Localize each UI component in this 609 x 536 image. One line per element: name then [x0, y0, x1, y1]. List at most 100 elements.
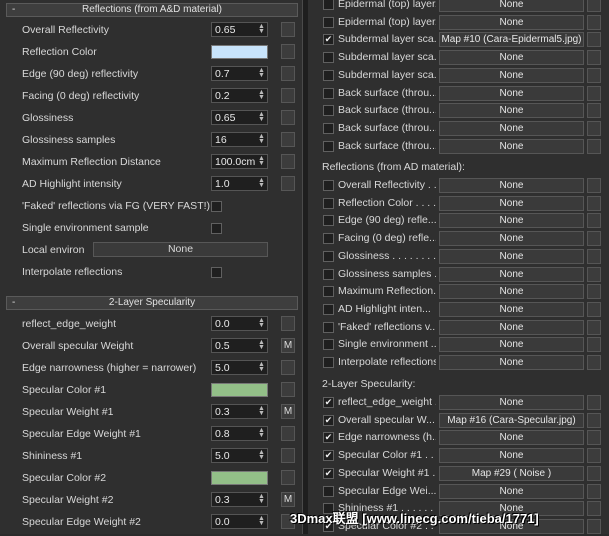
value-spinner[interactable]: 0.5 ▲ ▼: [211, 338, 268, 353]
value-spinner[interactable]: 0.8 ▲ ▼: [211, 426, 268, 441]
value-spinner[interactable]: 16 ▲ ▼: [211, 132, 268, 147]
value-spinner[interactable]: 1.0 ▲ ▼: [211, 176, 268, 191]
specularity-rollout-header[interactable]: - 2-Layer Specularity: [6, 296, 298, 310]
map-button[interactable]: None: [439, 14, 584, 30]
map-button[interactable]: None: [439, 355, 584, 370]
map-lock-button[interactable]: [587, 483, 601, 499]
spinner-arrows-icon[interactable]: ▲ ▼: [257, 317, 266, 329]
spinner-value[interactable]: 0.2: [215, 90, 230, 102]
map-button[interactable]: None: [439, 301, 584, 317]
value-spinner[interactable]: 0.65 ▲ ▼: [211, 110, 268, 125]
map-slot-button[interactable]: [281, 448, 295, 463]
map-enable-checkbox[interactable]: [323, 105, 334, 117]
map-enable-checkbox[interactable]: [323, 52, 334, 64]
spinner-value[interactable]: 1.0: [215, 178, 230, 190]
map-enable-checkbox[interactable]: [323, 286, 334, 298]
map-lock-button[interactable]: [587, 501, 601, 517]
map-button[interactable]: Map #16 (Cara-Specular.jpg): [439, 412, 584, 428]
spinner-arrows-icon[interactable]: ▲ ▼: [257, 449, 266, 461]
map-button[interactable]: None: [439, 213, 584, 229]
map-button[interactable]: None: [93, 242, 268, 257]
spinner-value[interactable]: 100.0cm: [215, 156, 255, 168]
value-spinner[interactable]: 0.0 ▲ ▼: [211, 514, 268, 529]
map-enable-checkbox[interactable]: [323, 250, 334, 262]
map-button[interactable]: None: [439, 395, 584, 410]
value-spinner[interactable]: 0.65 ▲ ▼: [211, 22, 268, 37]
spinner-value[interactable]: 5.0: [215, 450, 230, 462]
map-button[interactable]: None: [439, 67, 584, 83]
map-button[interactable]: Map #10 (Cara-Epidermal5.jpg): [439, 32, 584, 48]
map-lock-button[interactable]: [587, 50, 601, 66]
map-lock-button[interactable]: [587, 412, 601, 428]
value-spinner[interactable]: 5.0 ▲ ▼: [211, 448, 268, 463]
spinner-arrows-icon[interactable]: ▲ ▼: [257, 67, 266, 79]
map-button[interactable]: None: [439, 284, 584, 300]
map-enable-checkbox[interactable]: [323, 122, 334, 134]
map-button[interactable]: None: [439, 50, 584, 66]
spinner-value[interactable]: 0.65: [215, 112, 235, 124]
checkbox[interactable]: [211, 201, 222, 212]
spinner-value[interactable]: 16: [215, 134, 227, 146]
map-enable-checkbox[interactable]: [323, 16, 334, 28]
map-enable-checkbox[interactable]: ✔: [323, 34, 334, 46]
map-slot-button[interactable]: [281, 154, 295, 169]
map-lock-button[interactable]: [587, 319, 601, 335]
spinner-value[interactable]: 0.65: [215, 24, 235, 36]
map-button[interactable]: None: [439, 138, 584, 154]
map-slot-button[interactable]: [281, 88, 295, 103]
map-enable-checkbox[interactable]: [323, 485, 334, 497]
spinner-arrows-icon[interactable]: ▲ ▼: [257, 427, 266, 439]
map-slot-button[interactable]: [281, 470, 295, 485]
spinner-value[interactable]: 0.0: [215, 516, 230, 528]
map-enable-checkbox[interactable]: [323, 215, 334, 227]
value-spinner[interactable]: 0.0 ▲ ▼: [211, 316, 268, 331]
spinner-arrows-icon[interactable]: ▲ ▼: [257, 111, 266, 123]
map-slot-button[interactable]: M: [281, 492, 295, 507]
map-enable-checkbox[interactable]: [323, 69, 334, 81]
map-enable-checkbox[interactable]: [323, 87, 334, 99]
map-lock-button[interactable]: [587, 178, 601, 193]
map-lock-button[interactable]: [587, 85, 601, 101]
map-lock-button[interactable]: [587, 284, 601, 300]
map-enable-checkbox[interactable]: [323, 321, 334, 333]
map-lock-button[interactable]: [587, 301, 601, 317]
reflections-rollout-header[interactable]: - Reflections (from A&D material): [6, 3, 298, 17]
map-button[interactable]: None: [439, 448, 584, 464]
map-enable-checkbox[interactable]: [323, 357, 334, 368]
spinner-arrows-icon[interactable]: ▲ ▼: [257, 339, 266, 351]
map-lock-button[interactable]: [587, 337, 601, 353]
map-lock-button[interactable]: [587, 248, 601, 264]
collapse-icon[interactable]: -: [12, 297, 15, 309]
spinner-arrows-icon[interactable]: ▲ ▼: [257, 155, 266, 167]
spinner-arrows-icon[interactable]: ▲ ▼: [257, 405, 266, 417]
spinner-value[interactable]: 5.0: [215, 362, 230, 374]
map-lock-button[interactable]: [587, 355, 601, 370]
map-enable-checkbox[interactable]: [323, 339, 334, 351]
value-spinner[interactable]: 0.3 ▲ ▼: [211, 492, 268, 507]
map-lock-button[interactable]: [587, 430, 601, 446]
color-swatch[interactable]: [211, 383, 268, 397]
map-lock-button[interactable]: [587, 266, 601, 282]
map-button[interactable]: None: [439, 231, 584, 247]
map-button[interactable]: None: [439, 266, 584, 282]
map-button[interactable]: None: [439, 248, 584, 264]
value-spinner[interactable]: 5.0 ▲ ▼: [211, 360, 268, 375]
map-button[interactable]: Map #29 ( Noise ): [439, 465, 584, 481]
spinner-value[interactable]: 0.8: [215, 428, 230, 440]
map-lock-button[interactable]: [587, 32, 601, 48]
map-slot-button[interactable]: [281, 316, 295, 331]
spinner-value[interactable]: 0.5: [215, 340, 230, 352]
spinner-arrows-icon[interactable]: ▲ ▼: [257, 515, 266, 527]
spinner-arrows-icon[interactable]: ▲ ▼: [257, 493, 266, 505]
map-button[interactable]: None: [439, 319, 584, 335]
map-slot-button[interactable]: [281, 426, 295, 441]
map-lock-button[interactable]: [587, 231, 601, 247]
map-button[interactable]: None: [439, 0, 584, 12]
map-slot-button[interactable]: [281, 360, 295, 375]
map-lock-button[interactable]: [587, 213, 601, 229]
map-button[interactable]: None: [439, 195, 584, 211]
map-enable-checkbox[interactable]: ✔: [323, 397, 334, 408]
map-enable-checkbox[interactable]: [323, 197, 334, 209]
spinner-value[interactable]: 0.7: [215, 68, 230, 80]
spinner-value[interactable]: 0.3: [215, 494, 230, 506]
